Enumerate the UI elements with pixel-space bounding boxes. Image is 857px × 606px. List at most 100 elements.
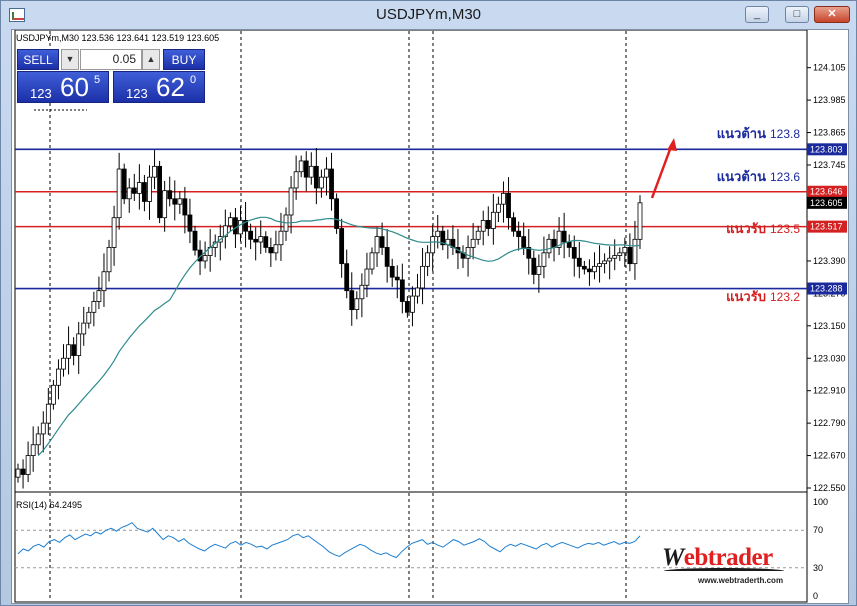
candle-body: [602, 260, 608, 265]
close-button[interactable]: ✕: [814, 6, 850, 23]
candle-body: [172, 198, 178, 205]
candle-body: [273, 244, 279, 254]
candle-body: [399, 279, 405, 302]
candle-body: [313, 165, 319, 189]
candle-body: [66, 344, 71, 359]
candle-body: [71, 344, 77, 356]
candle-body: [511, 217, 516, 232]
rsi-line: [17, 522, 641, 559]
candle-body: [76, 333, 82, 356]
candle-body: [490, 211, 496, 229]
breakout-arrow: [650, 143, 674, 199]
candle-body: [81, 322, 87, 335]
candle-body: [101, 271, 107, 292]
candle-body: [501, 192, 506, 205]
candle-body: [576, 257, 582, 267]
support-label-2-text: แนวรับ: [726, 289, 766, 304]
candle-body: [566, 241, 572, 248]
lot-increase-button[interactable]: ▲: [142, 49, 160, 70]
buy-button[interactable]: BUY: [163, 49, 205, 70]
candle-body: [496, 203, 501, 213]
sell-button[interactable]: SELL: [17, 49, 59, 70]
candle-body: [187, 214, 193, 232]
price-tick-label: 123.985: [813, 95, 846, 105]
candle-body: [551, 238, 557, 248]
candle-body: [485, 219, 491, 229]
candle-body: [480, 219, 486, 232]
sell-quote-big: 60: [60, 72, 89, 102]
candle-body: [111, 217, 117, 248]
candle-body: [20, 468, 26, 475]
candle-body: [106, 247, 112, 273]
window-title: USDJPYm,M30: [375, 6, 482, 23]
level-price-label: 123.517: [810, 222, 843, 232]
candle-body: [278, 230, 284, 246]
candle-body: [597, 263, 602, 267]
rsi-tick-label: 30: [813, 563, 823, 573]
candle-body: [632, 238, 638, 265]
minimize-button[interactable]: _: [745, 6, 769, 23]
candle-body: [50, 384, 56, 405]
candle-body: [157, 165, 162, 219]
title-bar: USDJPYm,M30 _ □ ✕: [1, 1, 856, 29]
buy-quote[interactable]: 123 62 0: [113, 71, 205, 103]
candle-body: [404, 301, 410, 313]
chart-canvas[interactable]: 124.105123.985123.865123.745123.625123.5…: [12, 30, 848, 603]
support-label-1: แนวรับ 123.5: [726, 218, 800, 239]
sell-quote-pip: 5: [94, 74, 101, 86]
sell-quote[interactable]: 123 60 5: [17, 71, 109, 103]
candle-body: [268, 247, 274, 254]
candle-body: [571, 247, 577, 259]
candle-body: [192, 230, 198, 251]
candle-body: [15, 468, 21, 478]
candle-body: [147, 176, 152, 202]
resistance-label-2-text: แนวต้าน: [716, 169, 766, 184]
sell-quote-prefix: 123: [30, 86, 52, 101]
candle-body: [430, 236, 436, 254]
candle-body: [248, 230, 254, 240]
price-tick-label: 122.550: [813, 483, 846, 493]
candle-body: [253, 238, 259, 243]
candle-body: [546, 238, 552, 254]
candle-body: [592, 265, 597, 273]
candle-body: [627, 247, 633, 265]
candle-body: [56, 368, 61, 386]
price-tick-label: 123.865: [813, 128, 846, 138]
support-label-2-value: 123.2: [769, 290, 800, 304]
candle-body: [475, 230, 481, 240]
resistance-label-2-value: 123.6: [769, 170, 800, 184]
rsi-tick-label: 100: [813, 497, 828, 507]
candle-body: [177, 198, 183, 205]
resistance-label-2: แนวต้าน 123.6: [717, 166, 800, 187]
logo-w: W: [662, 544, 684, 571]
candle-body: [334, 198, 339, 229]
candle-body: [364, 268, 370, 286]
logo-rest: ebtrader: [683, 544, 774, 571]
candle-body: [410, 295, 415, 313]
candle-body: [420, 265, 425, 289]
support-label-1-text: แนวรับ: [726, 221, 766, 236]
candle-body: [339, 228, 345, 265]
candle-body: [622, 247, 628, 254]
webtrader-logo: Webtrader www.webtraderth.com: [662, 540, 792, 592]
price-tick-label: 124.105: [813, 63, 846, 73]
lot-decrease-button[interactable]: ▼: [61, 49, 79, 70]
candle-body: [182, 198, 188, 216]
price-chart[interactable]: 124.105123.985123.865123.745123.625123.5…: [11, 29, 849, 604]
maximize-button[interactable]: □: [785, 6, 809, 23]
candle-body: [516, 230, 522, 238]
candle-body: [379, 236, 385, 248]
candle-body: [116, 168, 122, 219]
candle-body: [612, 255, 618, 259]
candle-body: [136, 182, 142, 194]
resistance-label-1-value: 123.8: [769, 127, 800, 141]
breakout-arrowhead: [667, 138, 677, 151]
lot-size-input[interactable]: 0.05: [80, 49, 142, 70]
candle-body: [470, 238, 476, 248]
candle-body: [86, 311, 92, 324]
candle-body: [152, 165, 157, 178]
candle-body: [349, 290, 355, 311]
candle-body: [288, 187, 294, 216]
rsi-tick-label: 70: [813, 525, 823, 535]
candle-body: [61, 357, 66, 370]
